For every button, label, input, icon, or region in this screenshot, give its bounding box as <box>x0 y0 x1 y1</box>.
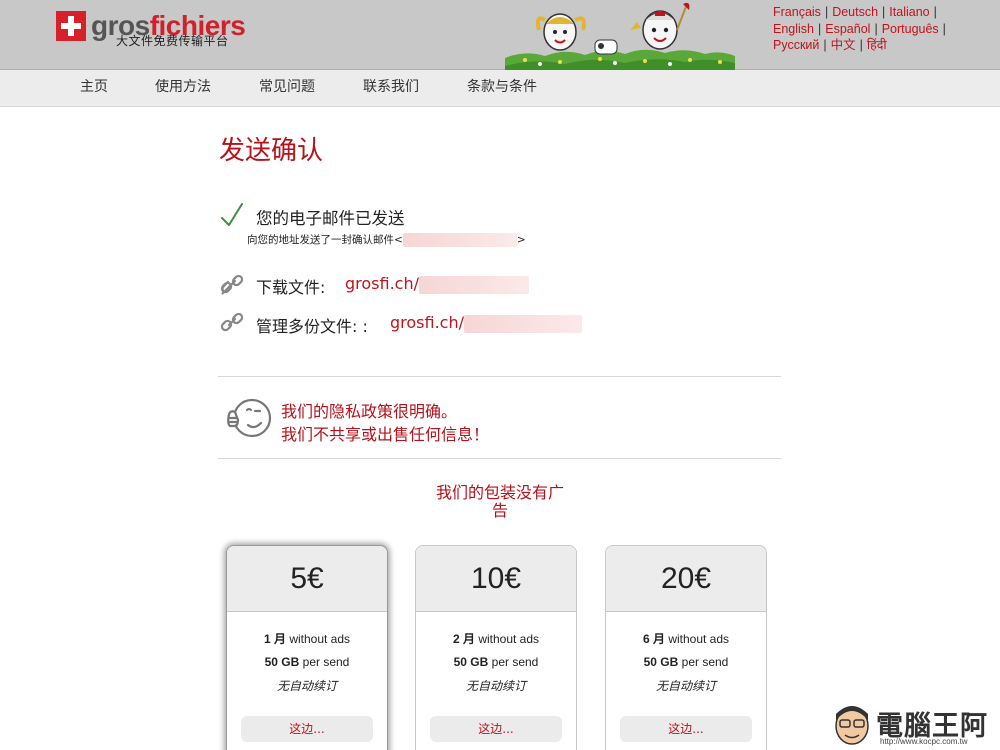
language-row-1: Français | Deutsch | Italiano | <box>773 4 995 21</box>
nav-item-how-to-use[interactable]: 使用方法 <box>155 70 211 107</box>
lang-portuguese-link[interactable]: Português <box>882 22 939 36</box>
plan-duration: 1 月 without ads <box>227 630 387 647</box>
email-sent-description: 向您的地址发送了一封确认邮件< > <box>247 232 526 247</box>
plan-price: 5€ <box>227 546 387 612</box>
site-tagline: 大文件免费传输平台 <box>116 34 229 48</box>
language-row-3: Русский | 中文 | हिंदी <box>773 37 995 54</box>
lang-german-link[interactable]: Deutsch <box>832 5 878 19</box>
plan-quota: 50 GB per send <box>227 655 387 669</box>
language-row-2: English | Español | Português | <box>773 21 995 38</box>
nav-item-contact[interactable]: 联系我们 <box>363 70 419 107</box>
swiss-flag-icon <box>56 11 86 41</box>
plan-months-suffix: without ads <box>285 632 351 646</box>
plan-select-button[interactable]: 这边... <box>430 716 562 742</box>
download-link[interactable]: grosfi.ch/ <box>345 274 529 294</box>
no-ads-heading-line-1: 我们的包装没有广 <box>435 483 564 502</box>
plan-select-button[interactable]: 这边... <box>241 716 373 742</box>
plan-duration: 6 月 without ads <box>606 630 766 647</box>
lang-chinese-link[interactable]: 中文 <box>831 38 856 52</box>
lang-french-link[interactable]: Français <box>773 5 821 19</box>
email-sent-prefix: 向您的地址发送了一封确认邮件< <box>247 234 403 246</box>
checkmark-icon <box>221 203 243 226</box>
download-label: 下载文件: <box>256 278 326 297</box>
section-divider <box>218 376 781 377</box>
plan-renewal-note: 无自动续订 <box>276 679 337 693</box>
main-nav: 主页 使用方法 常见问题 联系我们 条款与条件 <box>0 70 1000 107</box>
site-header: grosfichiers 大文件免费传输平台 Français | Deutsch |… <box>0 0 1000 70</box>
plan-months: 1 月 <box>263 632 286 646</box>
watermark-face-icon <box>835 706 869 745</box>
lang-separator: | <box>823 38 827 52</box>
plan-months-suffix: without ads <box>474 632 540 646</box>
redacted-email <box>402 233 517 247</box>
plan-quota: 50 GB per send <box>606 655 766 669</box>
redacted-manage-id <box>464 314 582 333</box>
lang-separator: | <box>874 21 878 36</box>
plan-data: 50 GB <box>643 655 679 669</box>
lang-separator: | <box>942 21 946 36</box>
link-icon <box>220 274 244 295</box>
nav-item-terms[interactable]: 条款与条件 <box>467 70 537 107</box>
privacy-statement-line-2: 我们不共享或出售任何信息！ <box>281 425 490 444</box>
redacted-download-id <box>419 275 529 294</box>
lang-separator: | <box>818 21 822 36</box>
watermark: 電腦王阿達 http://www.kocpc.com.tw <box>828 700 998 750</box>
page-title: 发送确认 <box>219 136 324 166</box>
lang-hindi-link[interactable]: हिंदी <box>867 38 887 52</box>
plan-select-button[interactable]: 这边... <box>620 716 752 742</box>
lang-spanish-link[interactable]: Español <box>825 22 870 36</box>
lang-russian-link[interactable]: Русский <box>773 38 819 52</box>
plan-data: 50 GB <box>453 655 489 669</box>
nav-item-home[interactable]: 主页 <box>80 70 108 107</box>
no-ads-heading-line-2: 告 <box>491 501 508 520</box>
plan-card-10: 10€ 2 月 without ads 50 GB per send 无自动续订… <box>415 545 577 750</box>
privacy-smiley-icon <box>227 398 272 438</box>
plan-data-suffix: per send <box>678 655 729 669</box>
privacy-statement-line-1: 我们的隐私政策很明确。 <box>281 402 458 421</box>
plan-data-suffix: per send <box>488 655 539 669</box>
plan-data: 50 GB <box>264 655 300 669</box>
lang-separator: | <box>859 38 863 52</box>
no-ads-heading: 我们的包装没有广 告 <box>420 484 580 520</box>
lang-separator: | <box>933 5 937 19</box>
lang-italian-link[interactable]: Italiano <box>889 5 929 19</box>
plan-price: 20€ <box>606 546 766 612</box>
plan-renewal-note: 无自动续订 <box>655 679 716 693</box>
manage-files-label: 管理多份文件: : <box>256 317 368 336</box>
lang-separator: | <box>824 5 829 19</box>
plan-card-20: 20€ 6 月 without ads 50 GB per send 无自动续订… <box>605 545 767 750</box>
plan-card-5: 5€ 1 月 without ads 50 GB per send 无自动续订 … <box>226 545 388 750</box>
link-icon <box>220 312 244 332</box>
lang-separator: | <box>882 5 886 19</box>
email-sent-suffix: > <box>516 234 526 246</box>
manage-files-link[interactable]: grosfi.ch/ <box>390 313 582 333</box>
plan-duration: 2 月 without ads <box>416 630 576 647</box>
plan-price: 10€ <box>416 546 576 612</box>
manage-link-text[interactable]: grosfi.ch/ <box>390 313 464 332</box>
download-link-text[interactable]: grosfi.ch/ <box>345 274 419 293</box>
email-sent-heading: 您的电子邮件已发送 <box>256 209 405 228</box>
plan-months-suffix: without ads <box>664 632 730 646</box>
lang-english-link[interactable]: English <box>773 22 814 36</box>
mascot-illustration <box>505 2 735 70</box>
plan-months: 6 月 <box>642 632 665 646</box>
section-divider <box>218 458 781 459</box>
plan-renewal-note: 无自动续订 <box>465 679 526 693</box>
plan-data-suffix: per send <box>299 655 350 669</box>
language-selector: Français | Deutsch | Italiano | English | Españ… <box>773 4 995 54</box>
plan-quota: 50 GB per send <box>416 655 576 669</box>
nav-item-faq[interactable]: 常见问题 <box>259 70 315 107</box>
watermark-url: http://www.kocpc.com.tw <box>880 737 968 746</box>
plan-months: 2 月 <box>452 632 475 646</box>
